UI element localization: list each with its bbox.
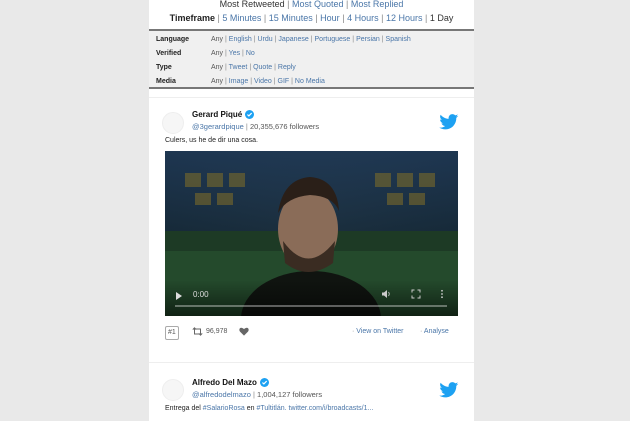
verified-badge-icon [245,110,255,119]
tweet-text: Culers, us he de dir una cosa. [165,137,258,144]
filter-option[interactable]: No Media [295,78,325,85]
filter-options: Any | Yes | No [211,50,255,57]
timeframe-15-minutes[interactable]: 15 Minutes [269,13,313,23]
retweet-count: 96,978 [206,328,228,335]
filter-options: Any | Tweet | Quote | Reply [211,64,296,71]
url-link[interactable]: twitter.com/i/broadcasts/1... [289,405,374,412]
retweet-count-group: 96,978 [192,327,227,336]
filter-label: Language [156,36,190,43]
author-name[interactable]: Gerard Piqué [192,110,242,119]
filter-option[interactable]: Yes [229,50,240,57]
filter-options: Any | Image | Video | GIF | No Media [211,78,325,85]
video-progress-bar[interactable] [175,305,447,307]
filter-option[interactable]: Quote [253,64,272,71]
analyse-label: Analyse [423,328,449,335]
filter-type: Type Any | Tweet | Quote | Reply [149,61,474,74]
author-name[interactable]: Alfredo Del Mazo [192,378,257,387]
follower-count: 1,004,127 followers [257,390,323,399]
filter-option[interactable]: English [229,36,252,43]
timeframe-hour[interactable]: Hour [320,13,340,23]
tweet-handle-line: @3gerardpique | 20,355,676 followers [192,122,320,131]
filter-option[interactable]: Reply [278,64,296,71]
avatar[interactable] [162,379,184,401]
separator: | [263,13,267,23]
avatar[interactable] [162,112,184,134]
filter-option[interactable]: Urdu [258,36,273,43]
text-segment: Entrega del [165,405,201,412]
filter-option[interactable]: Image [229,78,248,85]
heart-icon[interactable] [239,327,249,336]
fullscreen-icon[interactable] [411,289,421,299]
filter-option[interactable]: No [246,50,255,57]
filter-option[interactable]: Spanish [386,36,411,43]
filter-language: Language Any | English | Urdu | Japanese… [149,33,474,46]
filter-label: Verified [156,50,182,57]
tweet-card: Alfredo Del Mazo @alfredodelmazo | 1,004… [149,362,474,421]
filter-option[interactable]: GIF [278,78,290,85]
timeframe-4-hours[interactable]: 4 Hours [347,13,379,23]
filter-options: Any | English | Urdu | Japanese | Portug… [211,36,411,43]
timeframe-1-day[interactable]: 1 Day [430,13,454,23]
filter-option[interactable]: Any [211,50,223,57]
filter-option[interactable]: Portuguese [315,36,351,43]
filter-verified: Verified Any | Yes | No [149,47,474,60]
verified-badge-icon [259,378,269,387]
tweet-handle-line: @alfredodelmazo | 1,004,127 followers [192,390,323,399]
timeframe-5-minutes[interactable]: 5 Minutes [222,13,261,23]
hashtag-link[interactable]: #SalarioRosa [203,405,245,412]
timeframe-options: Timeframe | 5 Minutes | 15 Minutes | Hou… [149,12,474,25]
filter-label: Type [156,64,172,71]
view-on-twitter-link[interactable]: · View on Twitter [352,328,404,335]
video-player[interactable]: 0:00 [165,151,458,316]
hashtag-link[interactable]: #Tultitlán. [257,405,287,412]
filters-panel: Language Any | English | Urdu | Japanese… [149,29,474,89]
video-controls: 0:00 [165,280,458,316]
follower-count: 20,355,676 followers [249,122,320,131]
timeframe-12-hours[interactable]: 12 Hours [386,13,423,23]
twitter-bird-icon[interactable] [439,114,459,130]
more-icon[interactable] [437,289,447,299]
rank-badge: #1 [165,326,179,340]
view-on-twitter-label: View on Twitter [356,328,404,335]
separator: | [217,13,220,23]
sort-most-retweeted[interactable]: Most Retweeted [220,0,285,9]
author-handle[interactable]: @alfredodelmazo [192,390,251,399]
filter-option[interactable]: Tweet [229,64,248,71]
filter-option[interactable]: Any [211,36,223,43]
sort-most-quoted[interactable]: Most Quoted [292,0,344,9]
video-time: 0:00 [193,290,209,299]
retweet-icon[interactable] [192,327,203,336]
twitter-bird-icon[interactable] [439,382,459,398]
filter-option[interactable]: Japanese [278,36,308,43]
author-handle[interactable]: @3gerardpique [192,122,244,131]
tweet-text: Entrega del #SalarioRosa en #Tultitlán. … [165,405,373,412]
filter-option[interactable]: Any [211,78,223,85]
sort-options: Most Retweeted | Most Quoted | Most Repl… [149,0,474,11]
filter-option[interactable]: Video [254,78,272,85]
text-segment: en [246,405,255,412]
separator: | [342,13,345,23]
separator: | [381,13,384,23]
filter-option[interactable]: Any [211,64,223,71]
timeframe-label: Timeframe [169,13,215,23]
separator: | [425,13,428,23]
separator: | [287,0,290,9]
analyse-link[interactable]: · Analyse [420,328,449,335]
sort-most-replied[interactable]: Most Replied [351,0,404,9]
separator: | [315,13,318,23]
tweet-author: Gerard Piqué [192,110,255,119]
play-icon[interactable] [176,292,182,300]
page: Most Retweeted | Most Quoted | Most Repl… [149,0,474,421]
separator: | [346,0,349,9]
volume-icon[interactable] [381,289,391,299]
tweet-actions: #1 96,978 · View on Twitter · Analyse [165,326,460,340]
filter-media: Media Any | Image | Video | GIF | No Med… [149,75,474,88]
filter-label: Media [156,78,176,85]
tweet-author: Alfredo Del Mazo [192,378,269,387]
filter-option[interactable]: Persian [356,36,380,43]
